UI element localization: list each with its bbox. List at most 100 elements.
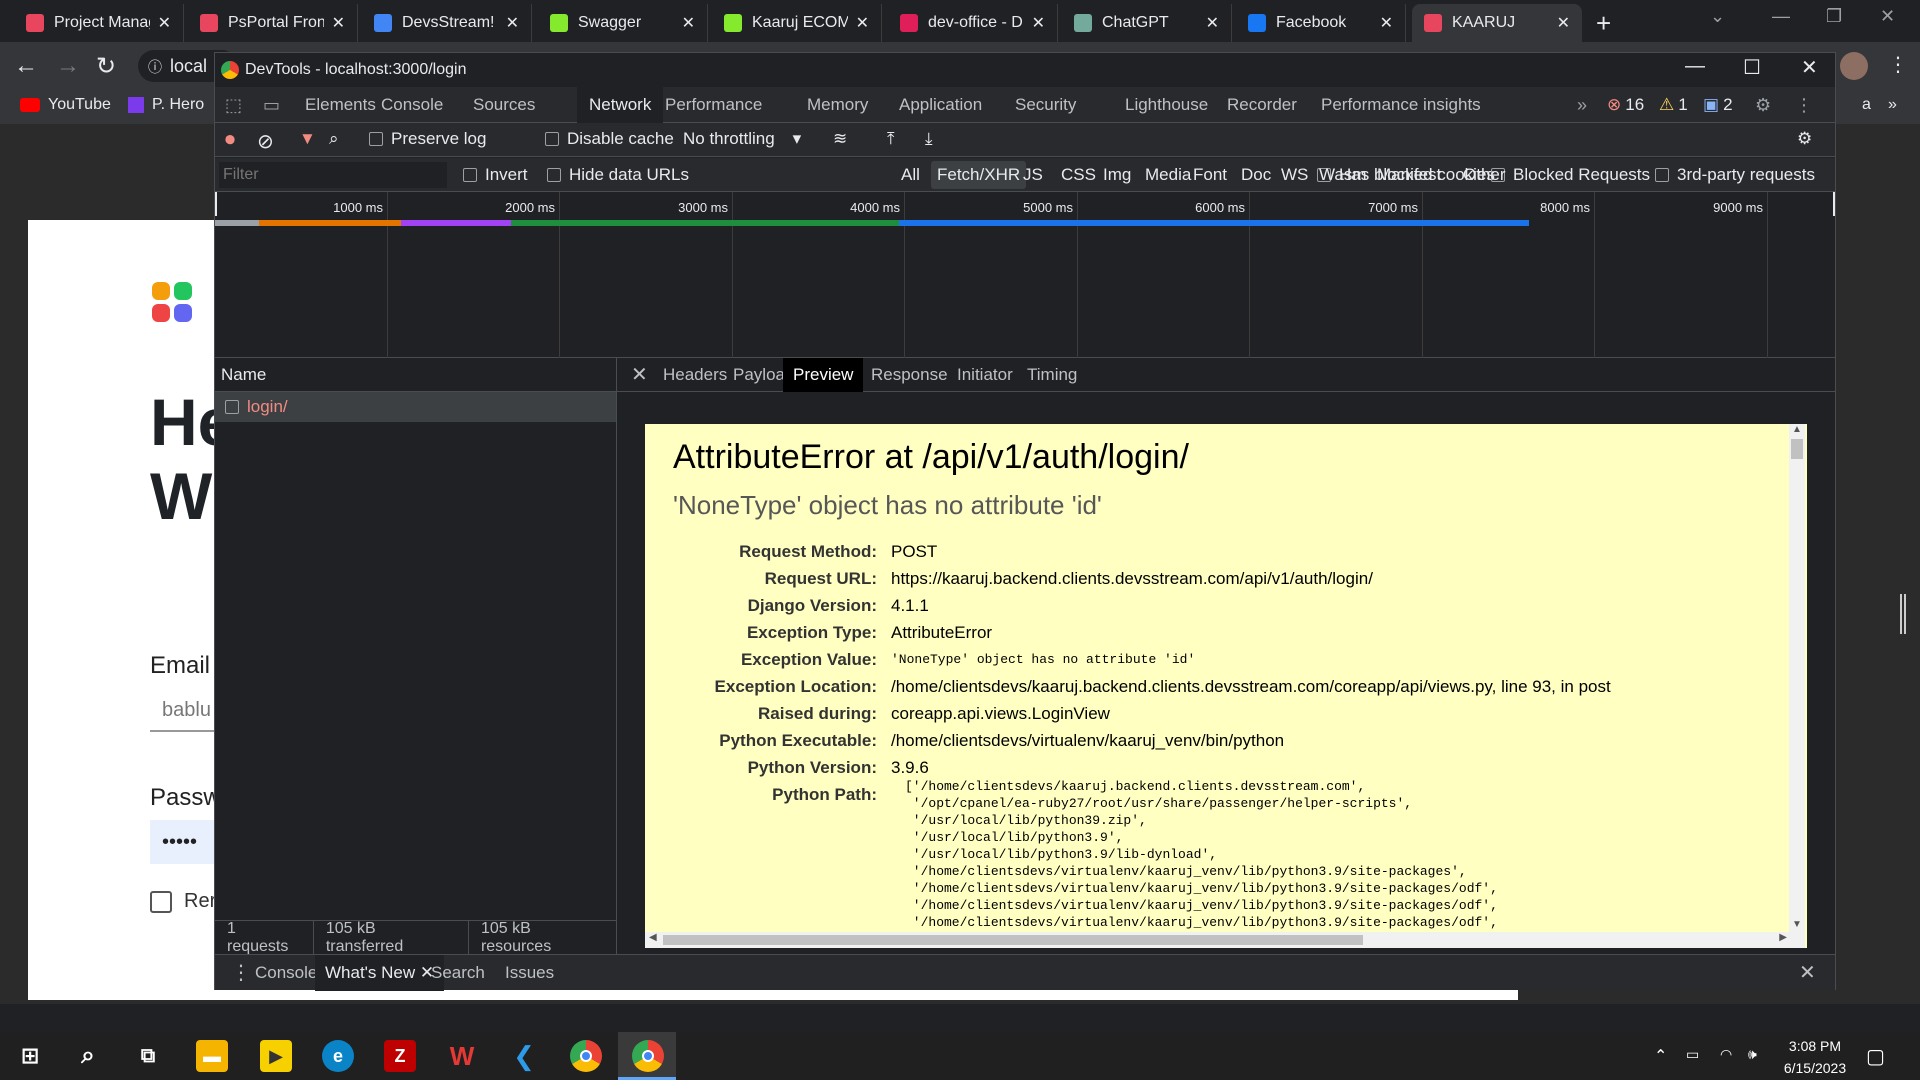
record-icon[interactable]: ⏺ bbox=[225, 129, 235, 152]
resize-handle[interactable] bbox=[1900, 594, 1906, 634]
panel-tab-performance[interactable]: Performance bbox=[653, 87, 774, 123]
devtools-minimize-icon[interactable]: — bbox=[1685, 55, 1705, 78]
type-filter-js[interactable]: JS bbox=[1017, 161, 1049, 189]
panel-tab-network[interactable]: Network bbox=[577, 87, 664, 123]
panel-tab-performance-insights[interactable]: Performance insights bbox=[1309, 87, 1493, 123]
settings-icon[interactable]: ⚙ bbox=[1755, 95, 1771, 116]
hide-data-urls-checkbox[interactable]: Hide data URLs bbox=[547, 165, 689, 185]
tab-close-icon[interactable]: ✕ bbox=[1380, 13, 1393, 33]
devtools-menu-icon[interactable]: ⋮ bbox=[1795, 95, 1813, 116]
name-column-header[interactable]: Name bbox=[215, 358, 616, 392]
scroll-down-icon[interactable]: ▼ bbox=[1789, 919, 1805, 930]
request-row[interactable]: login/ bbox=[215, 392, 616, 422]
panel-tab-security[interactable]: Security bbox=[1003, 87, 1088, 123]
volume-icon[interactable]: 🕪 bbox=[1748, 1046, 1757, 1063]
tray-chevron-icon[interactable]: ⌃ bbox=[1654, 1046, 1667, 1066]
panel-tab-recorder[interactable]: Recorder bbox=[1215, 87, 1309, 123]
password-field[interactable]: ••••• bbox=[150, 820, 214, 864]
tab-close-icon[interactable]: ✕ bbox=[1557, 13, 1570, 33]
tab-close-icon[interactable]: ✕ bbox=[158, 13, 171, 33]
panel-tab-application[interactable]: Application bbox=[887, 87, 994, 123]
browser-tab[interactable]: dev-office - D ✕ bbox=[888, 4, 1058, 42]
tab-close-icon[interactable]: ✕ bbox=[1206, 13, 1219, 33]
email-field[interactable]: bablu bbox=[150, 688, 214, 732]
bookmark-p-hero[interactable]: P. Hero bbox=[128, 96, 204, 114]
panel-tab-lighthouse[interactable]: Lighthouse bbox=[1113, 87, 1220, 123]
scroll-left-icon[interactable]: ◀ bbox=[649, 932, 657, 943]
panel-tab-sources[interactable]: Sources bbox=[461, 87, 547, 123]
preserve-log-checkbox[interactable]: Preserve log bbox=[369, 129, 486, 149]
browser-tab[interactable]: ChatGPT ✕ bbox=[1062, 4, 1232, 42]
more-bookmarks-icon[interactable]: » bbox=[1888, 96, 1897, 114]
browser-tab[interactable]: Project Manag ✕ bbox=[14, 4, 184, 42]
file-explorer-icon[interactable]: ▬ bbox=[196, 1040, 228, 1072]
profile-avatar[interactable] bbox=[1840, 52, 1868, 80]
browser-tab[interactable]: Swagger ✕ bbox=[538, 4, 708, 42]
network-settings-icon[interactable]: ⚙ bbox=[1797, 129, 1812, 149]
devtools-close-icon[interactable]: ✕ bbox=[1801, 55, 1818, 80]
search-icon[interactable]: ⌕ bbox=[329, 129, 339, 149]
chrome-taskbar-icon[interactable] bbox=[570, 1040, 602, 1072]
type-filter-font[interactable]: Font bbox=[1187, 161, 1233, 189]
timeline-handle-left[interactable] bbox=[215, 192, 217, 216]
drawer-tab-search[interactable]: Search bbox=[421, 955, 495, 991]
type-filter-fetch-xhr[interactable]: Fetch/XHR bbox=[931, 161, 1027, 189]
browser-tab[interactable]: Facebook ✕ bbox=[1236, 4, 1406, 42]
scroll-up-icon[interactable]: ▲ bbox=[1789, 424, 1805, 435]
remember-checkbox[interactable]: Rer bbox=[150, 890, 216, 913]
type-filter-manifest[interactable]: Manifest bbox=[1371, 161, 1447, 189]
more-panels-icon[interactable]: » bbox=[1577, 95, 1587, 116]
bookmark-overflow[interactable]: a bbox=[1862, 96, 1871, 114]
taskbar-search-icon[interactable]: ⌕ bbox=[72, 1040, 104, 1072]
forward-icon[interactable]: → bbox=[56, 52, 80, 80]
potplayer-icon[interactable]: ▶ bbox=[260, 1040, 292, 1072]
type-filter-css[interactable]: CSS bbox=[1055, 161, 1102, 189]
task-view-icon[interactable]: ⧉ bbox=[132, 1040, 164, 1072]
import-har-icon[interactable]: ⤒ bbox=[887, 129, 895, 149]
network-conditions-icon[interactable]: ≋ bbox=[833, 129, 847, 149]
tab-search-icon[interactable]: ⌄ bbox=[1710, 6, 1725, 27]
type-filter-wasm[interactable]: Wasm bbox=[1313, 161, 1373, 189]
preview-vertical-scrollbar[interactable]: ▲ ▼ bbox=[1789, 424, 1805, 948]
hscroll-thumb[interactable] bbox=[663, 935, 1363, 945]
filezilla-icon[interactable]: Z bbox=[384, 1040, 416, 1072]
disable-cache-checkbox[interactable]: Disable cache bbox=[545, 129, 674, 149]
notifications-icon[interactable]: ▢ bbox=[1866, 1044, 1885, 1069]
tab-close-icon[interactable]: ✕ bbox=[332, 13, 345, 33]
minimize-icon[interactable]: — bbox=[1772, 6, 1790, 27]
wps-office-icon[interactable]: W bbox=[446, 1040, 478, 1072]
detail-tab-preview[interactable]: Preview bbox=[783, 358, 864, 392]
throttling-select[interactable]: No throttling ▾ bbox=[683, 129, 801, 149]
message-count[interactable]: ▣ 2 bbox=[1703, 95, 1733, 115]
preview-horizontal-scrollbar[interactable]: ◀ ▶ bbox=[645, 932, 1791, 948]
bookmark-youtube[interactable]: YouTube bbox=[20, 96, 111, 114]
battery-icon[interactable]: ▭ bbox=[1686, 1046, 1699, 1063]
tab-close-icon[interactable]: ✕ bbox=[682, 13, 695, 33]
browser-tab[interactable]: Kaaruj ECOMM ✕ bbox=[712, 4, 882, 42]
filter-input[interactable] bbox=[219, 162, 447, 188]
error-count[interactable]: ⊗ 16 bbox=[1607, 95, 1644, 115]
device-toolbar-icon[interactable]: ▭ bbox=[263, 95, 280, 116]
chrome-devtools-taskbar-icon[interactable] bbox=[632, 1040, 664, 1072]
devtools-maximize-icon[interactable]: ☐ bbox=[1743, 55, 1761, 80]
scroll-thumb[interactable] bbox=[1791, 439, 1803, 459]
warning-count[interactable]: ⚠ 1 bbox=[1659, 95, 1688, 115]
clock[interactable]: 3:08 PM 6/15/2023 bbox=[1780, 1038, 1850, 1076]
tab-close-icon[interactable]: ✕ bbox=[506, 13, 519, 33]
detail-tab-response[interactable]: Response bbox=[861, 358, 958, 392]
restore-icon[interactable]: ❐ bbox=[1826, 6, 1842, 27]
panel-tab-console[interactable]: Console bbox=[369, 87, 455, 123]
browser-tab[interactable]: PsPortal Front ✕ bbox=[188, 4, 358, 42]
drawer-tab-issues[interactable]: Issues bbox=[495, 955, 564, 991]
inspect-element-icon[interactable]: ⬚ bbox=[225, 95, 242, 116]
third-party-checkbox[interactable]: 3rd-party requests bbox=[1655, 165, 1815, 185]
type-filter-img[interactable]: Img bbox=[1097, 161, 1137, 189]
tab-close-icon[interactable]: ✕ bbox=[856, 13, 869, 33]
clear-icon[interactable]: ⊘ bbox=[257, 129, 274, 154]
type-filter-other[interactable]: Other bbox=[1457, 161, 1512, 189]
invert-checkbox[interactable]: Invert bbox=[463, 165, 528, 185]
blocked-requests-checkbox[interactable]: Blocked Requests bbox=[1491, 165, 1650, 185]
close-window-icon[interactable]: ✕ bbox=[1880, 6, 1895, 27]
panel-tab-memory[interactable]: Memory bbox=[795, 87, 880, 123]
reload-icon[interactable]: ↻ bbox=[96, 52, 116, 81]
